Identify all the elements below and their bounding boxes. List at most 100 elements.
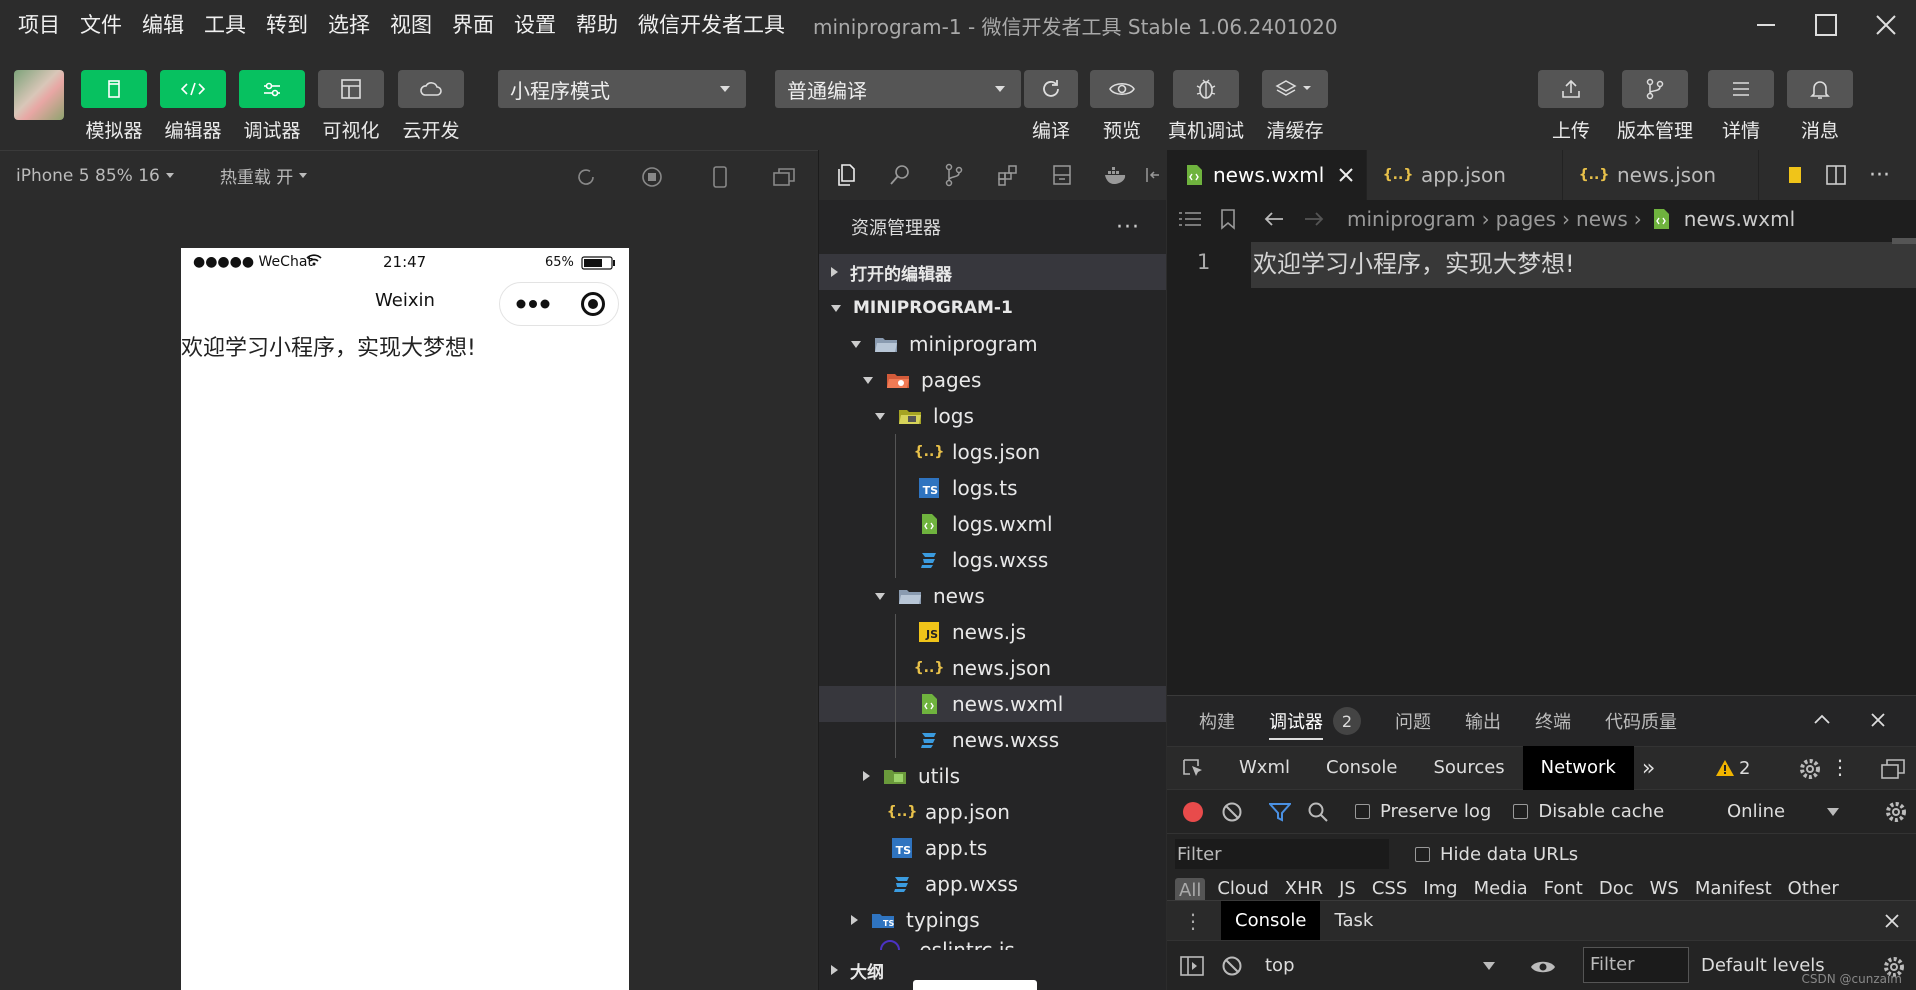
back-arrow-icon[interactable]: [1263, 209, 1285, 229]
project-section[interactable]: MINIPROGRAM-1: [819, 290, 1166, 326]
upload-button[interactable]: 上传: [1538, 70, 1604, 143]
tab-build[interactable]: 构建: [1199, 708, 1235, 734]
tab-code-quality[interactable]: 代码质量: [1605, 708, 1677, 734]
tab-sources[interactable]: Sources: [1415, 746, 1522, 790]
tree-folder-logs[interactable]: logs: [819, 398, 1166, 434]
avatar[interactable]: [14, 70, 64, 120]
menu-settings[interactable]: 设置: [504, 0, 566, 50]
type-ws[interactable]: WS: [1650, 878, 1679, 899]
outline-section[interactable]: 大纲: [819, 950, 1166, 990]
editor-toggle[interactable]: 编辑器: [160, 70, 226, 143]
type-css[interactable]: CSS: [1372, 878, 1407, 899]
menu-tools[interactable]: 工具: [194, 0, 256, 50]
messages-button[interactable]: 消息: [1787, 70, 1853, 143]
menu-help[interactable]: 帮助: [566, 0, 628, 50]
more-tabs-icon[interactable]: »: [1642, 756, 1655, 781]
preserve-log-checkbox[interactable]: Preserve log: [1355, 801, 1491, 822]
tree-file-app-wxss[interactable]: app.wxss: [819, 866, 1166, 902]
tree-file-logs-ts[interactable]: TS logs.ts: [819, 470, 1166, 506]
more-actions-icon[interactable]: ···: [1869, 163, 1890, 188]
tree-folder-news[interactable]: news: [819, 578, 1166, 614]
drawer-menu-icon[interactable]: ⋮: [1183, 909, 1203, 933]
menu-file[interactable]: 文件: [70, 0, 132, 50]
chevron-up-icon[interactable]: [1812, 712, 1832, 726]
extensions-tab[interactable]: [981, 150, 1035, 200]
tree-file-logs-wxml[interactable]: logs.wxml: [819, 506, 1166, 542]
type-cloud[interactable]: Cloud: [1217, 878, 1268, 899]
warning-indicator[interactable]: 2: [1715, 758, 1750, 779]
drawer-tab-console[interactable]: Console: [1221, 900, 1321, 941]
search-tab[interactable]: [873, 150, 927, 200]
kebab-menu-icon[interactable]: ⋮: [1830, 755, 1850, 779]
tab-terminal[interactable]: 终端: [1535, 708, 1571, 734]
menu-goto[interactable]: 转到: [256, 0, 318, 50]
disable-cache-checkbox[interactable]: Disable cache: [1513, 801, 1664, 822]
forward-arrow-icon[interactable]: [1303, 209, 1325, 229]
type-all[interactable]: All: [1175, 878, 1206, 900]
clear-icon[interactable]: [1221, 801, 1243, 823]
type-media[interactable]: Media: [1474, 878, 1528, 899]
minimap-slider[interactable]: [1892, 238, 1916, 244]
type-img[interactable]: Img: [1423, 878, 1457, 899]
visual-toggle[interactable]: 可视化: [318, 70, 384, 143]
compile-button[interactable]: 编译: [1024, 70, 1078, 143]
tab-output[interactable]: 输出: [1465, 708, 1501, 734]
tab-app-json[interactable]: {..} app.json: [1367, 150, 1563, 200]
record-icon[interactable]: [1181, 800, 1205, 824]
simulator-toggle[interactable]: 模拟器: [81, 70, 147, 143]
inspect-element-icon[interactable]: [1167, 757, 1221, 779]
more-dots-icon[interactable]: [516, 298, 550, 310]
tab-problems[interactable]: 问题: [1395, 708, 1431, 734]
tree-file-news-js[interactable]: JS news.js: [819, 614, 1166, 650]
breadcrumb-item[interactable]: news: [1576, 207, 1628, 231]
bookmark-icon[interactable]: [1789, 165, 1803, 185]
type-doc[interactable]: Doc: [1599, 878, 1634, 899]
type-manifest[interactable]: Manifest: [1695, 878, 1772, 899]
tree-file-news-json[interactable]: {..} news.json: [819, 650, 1166, 686]
close-button[interactable]: [1856, 0, 1916, 50]
gear-icon[interactable]: [1798, 757, 1822, 781]
tree-folder-miniprogram[interactable]: miniprogram: [819, 326, 1166, 362]
version-control-button[interactable]: 版本管理: [1617, 70, 1693, 143]
breadcrumb-item[interactable]: miniprogram: [1347, 207, 1476, 231]
tree-folder-utils[interactable]: utils: [819, 758, 1166, 794]
source-control-tab[interactable]: [927, 150, 981, 200]
breadcrumb-current[interactable]: news.wxml: [1684, 207, 1795, 231]
debugger-toggle[interactable]: 调试器: [239, 70, 305, 143]
hot-reload-select[interactable]: 热重载 开: [220, 163, 308, 188]
tree-file-news-wxss[interactable]: news.wxss: [819, 722, 1166, 758]
sidebar-toggle-icon[interactable]: [1179, 955, 1205, 977]
real-device-debug-button[interactable]: 真机调试: [1168, 70, 1244, 143]
stop-icon[interactable]: [640, 165, 664, 189]
clear-cache-button[interactable]: 清缓存: [1262, 70, 1328, 143]
type-js[interactable]: JS: [1339, 878, 1356, 899]
scroll-thumb[interactable]: [913, 980, 1037, 990]
explorer-tab[interactable]: [819, 150, 873, 200]
throttle-select[interactable]: Online: [1727, 801, 1785, 822]
dock-icon[interactable]: [1880, 757, 1906, 781]
menu-project[interactable]: 项目: [8, 0, 70, 50]
menu-edit[interactable]: 编辑: [132, 0, 194, 50]
split-editor-icon[interactable]: [1825, 164, 1847, 186]
details-button[interactable]: 详情: [1708, 70, 1774, 143]
context-select[interactable]: top: [1265, 955, 1485, 976]
device-select[interactable]: iPhone 5 85% 16: [16, 166, 174, 186]
storage-tab[interactable]: [1035, 150, 1089, 200]
tree-file-app-json[interactable]: {..} app.json: [819, 794, 1166, 830]
menu-interface[interactable]: 界面: [442, 0, 504, 50]
phone-screen[interactable]: ●●●●● WeChat 21:47 65% Weixin 欢迎学习小程序，实现…: [181, 248, 629, 990]
tree-folder-pages[interactable]: pages: [819, 362, 1166, 398]
tree-file-logs-json[interactable]: {..} logs.json: [819, 434, 1166, 470]
network-settings-icon[interactable]: [1884, 800, 1908, 824]
list-icon[interactable]: [1177, 209, 1203, 229]
type-xhr[interactable]: XHR: [1285, 878, 1323, 899]
network-filter-input[interactable]: Filter: [1175, 839, 1389, 869]
device-frame-icon[interactable]: [708, 165, 732, 189]
tree-file-app-ts[interactable]: TS app.ts: [819, 830, 1166, 866]
bookmark-outline-icon[interactable]: [1219, 208, 1237, 230]
rotate-icon[interactable]: [574, 165, 598, 189]
type-other[interactable]: Other: [1788, 878, 1839, 899]
more-tab[interactable]: [1143, 150, 1163, 200]
preview-button[interactable]: 预览: [1090, 70, 1154, 143]
open-editors-section[interactable]: 打开的编辑器: [819, 254, 1166, 290]
